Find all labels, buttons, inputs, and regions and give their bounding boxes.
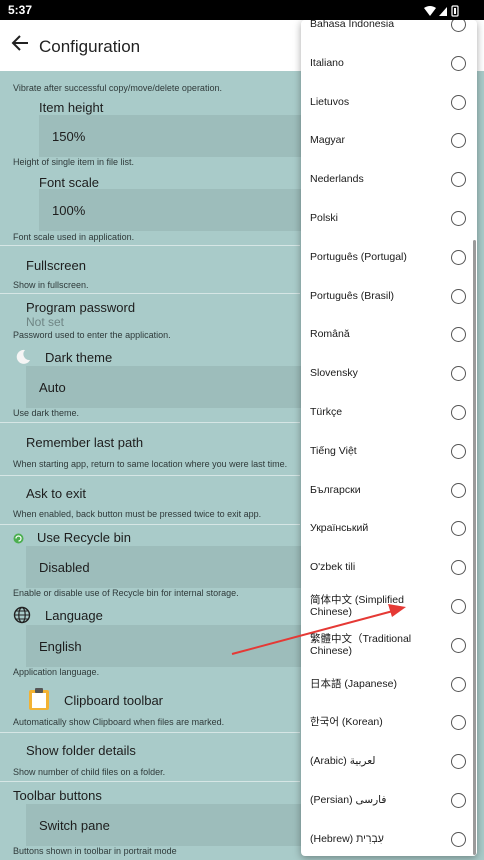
annotation-arrow <box>231 604 406 655</box>
